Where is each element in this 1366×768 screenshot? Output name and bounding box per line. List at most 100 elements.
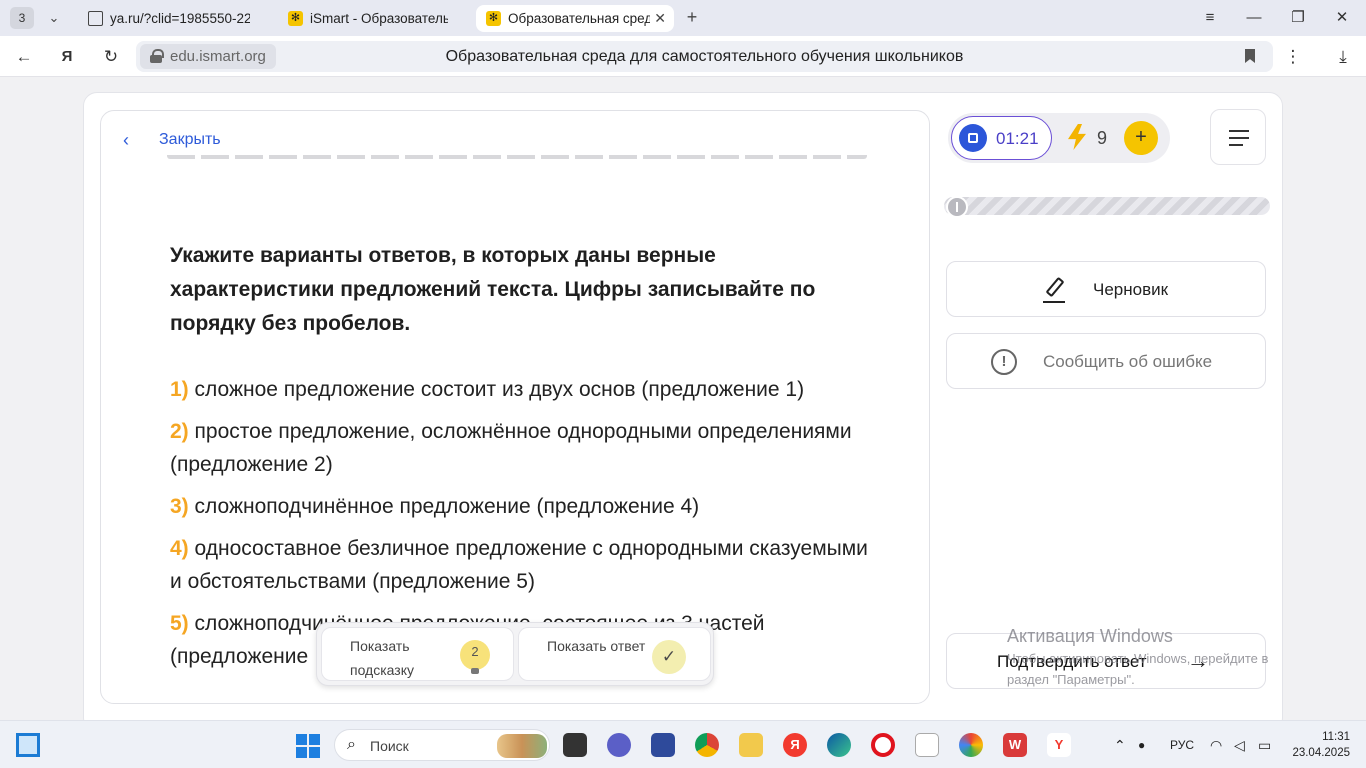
taskbar-search-label: Поиск	[370, 738, 409, 754]
question-text: Укажите варианты ответов, в которых даны…	[170, 244, 816, 335]
report-error-label: Сообщить об ошибке	[1043, 352, 1213, 371]
browser-tab-active[interactable]: ✻ Образовательная сред ✕	[476, 5, 674, 32]
list-menu-icon	[1229, 130, 1249, 146]
report-error-button[interactable]: ! Сообщить об ошибке	[946, 333, 1266, 389]
address-bar[interactable]: edu.ismart.org Образовательная среда для…	[136, 41, 1273, 72]
browser-toolbar: ← Я ↻ edu.ismart.org Образовательная сре…	[0, 36, 1366, 77]
tab-count-badge[interactable]: 3	[10, 7, 34, 29]
chrome-icon[interactable]	[695, 733, 719, 757]
new-tab-plus-icon[interactable]: +	[681, 7, 703, 29]
file-explorer-icon[interactable]	[739, 733, 763, 757]
check-circle-icon: ✓	[652, 640, 686, 674]
option-text: сложное предложение состоит из двух осно…	[194, 378, 805, 401]
restore-icon[interactable]: ❐	[1276, 0, 1320, 36]
status-pill: 01:21 9 +	[948, 113, 1170, 163]
option-text: сложноподчинённое предложение (предложен…	[194, 495, 700, 518]
energy-count: 9	[1097, 128, 1108, 148]
download-icon[interactable]: ⤓	[1330, 44, 1356, 70]
taskbar-search[interactable]: ⌕ Поиск	[334, 729, 550, 761]
browser-tab-ismart[interactable]: ✻ iSmart - Образовательна	[278, 5, 472, 32]
help-panel: Показать подсказку 2 Показать ответ ✓	[316, 622, 714, 686]
clock-time: 11:31	[1322, 731, 1350, 743]
option-item: 2) простое предложение, осложнённое одно…	[170, 415, 880, 481]
chevron-left-icon: ‹	[123, 130, 129, 150]
ismart-icon: ✻	[288, 11, 303, 26]
photos-icon[interactable]	[959, 733, 983, 757]
submit-answer-label: Подтвердить ответ	[997, 652, 1147, 671]
yandex-browser-icon[interactable]: Y	[1047, 733, 1071, 757]
save-disk-icon[interactable]	[651, 733, 675, 757]
taskbar-clock[interactable]: 11:31 23.04.2025	[1286, 729, 1350, 761]
wifi-icon[interactable]: ◠	[1210, 721, 1222, 768]
widgets-icon[interactable]	[16, 733, 40, 757]
clock-date: 23.04.2025	[1292, 747, 1350, 759]
tab-title: ya.ru/?clid=1985550-225&	[110, 11, 250, 26]
option-text: односоставное безличное предложение с од…	[170, 537, 868, 593]
bookmark-icon[interactable]	[1245, 49, 1255, 63]
add-energy-button[interactable]: +	[1124, 121, 1158, 155]
hint-count: 2	[471, 644, 479, 659]
stop-icon	[959, 124, 987, 152]
option-number: 4)	[170, 537, 189, 560]
volume-icon[interactable]: ◁	[1234, 721, 1245, 768]
arrow-right-icon: →	[1187, 648, 1209, 673]
option-number: 2)	[170, 420, 189, 443]
browser-tab-yandex[interactable]: ya.ru/?clid=1985550-225&	[78, 5, 274, 32]
show-hint-button[interactable]: Показать подсказку 2	[321, 627, 514, 681]
battery-icon[interactable]: ▭	[1258, 721, 1271, 768]
task-view-icon[interactable]	[563, 733, 587, 757]
tab-title: iSmart - Образовательна	[310, 11, 448, 26]
minimize-icon[interactable]: —	[1232, 0, 1276, 36]
reload-icon[interactable]: ↻	[98, 44, 124, 70]
browser-menu-icon[interactable]: ≡	[1188, 0, 1232, 36]
lock-icon	[150, 49, 164, 63]
timer-value: 01:21	[996, 129, 1039, 148]
page-title: Образовательная среда для самостоятельно…	[445, 48, 964, 65]
lightbulb-icon: 2	[460, 640, 490, 674]
wps-office-icon[interactable]: W	[1003, 733, 1027, 757]
option-item: 4) односоставное безличное предложение с…	[170, 532, 880, 598]
timer[interactable]: 01:21	[951, 116, 1052, 160]
draft-button[interactable]: Черновик	[946, 261, 1266, 317]
option-number: 1)	[170, 378, 189, 401]
tab-list-chevron-icon[interactable]: ⌄	[42, 7, 66, 29]
option-item: 1) сложное предложение состоит из двух о…	[170, 373, 880, 406]
close-label: Закрыть	[159, 131, 221, 148]
show-answer-button[interactable]: Показать ответ ✓	[518, 627, 711, 681]
alert-circle-icon: !	[991, 349, 1017, 375]
task-card: ‹ Закрыть Укажите варианты ответов, в ко…	[100, 110, 930, 704]
more-vertical-icon[interactable]: ⋮	[1280, 44, 1306, 70]
search-icon: ⌕	[347, 736, 356, 753]
option-text: простое предложение, осложнённое однород…	[170, 420, 852, 476]
tray-chevron-up-icon[interactable]: ⌃	[1114, 721, 1126, 768]
scrolled-text-fragment	[167, 155, 867, 167]
close-window-icon[interactable]: ✕	[1320, 0, 1364, 36]
progress-knob	[946, 196, 972, 218]
progress-bar	[944, 196, 1270, 218]
yandex-icon[interactable]: Я	[783, 733, 807, 757]
tray-app-icon[interactable]: ●	[1138, 721, 1145, 768]
domain-chip[interactable]: edu.ismart.org	[140, 44, 276, 69]
yandex-logo-icon[interactable]: Я	[54, 44, 80, 70]
notepad-icon[interactable]	[915, 733, 939, 757]
tab-title: Образовательная сред	[508, 11, 650, 26]
back-arrow-icon[interactable]: ←	[11, 44, 37, 70]
task-menu-button[interactable]	[1210, 109, 1266, 165]
windows-taskbar: ⌕ Поиск Я W Y ⌃ ● РУС ◠ ◁ ▭ 11:31 23.04.…	[0, 720, 1366, 768]
browser-tab-strip: 3 ⌄ ya.ru/?clid=1985550-225& ✻ iSmart - …	[0, 0, 1366, 36]
language-indicator[interactable]: РУС	[1170, 721, 1194, 768]
show-answer-label: Показать ответ	[547, 638, 646, 654]
submit-answer-button[interactable]: Подтвердить ответ →	[946, 633, 1266, 689]
tab-close-icon[interactable]: ✕	[654, 5, 666, 32]
ismart-icon: ✻	[486, 11, 501, 26]
show-hint-label: Показать подсказку	[350, 638, 414, 678]
option-item: 3) сложноподчинённое предложение (предло…	[170, 490, 880, 523]
lightning-icon	[1068, 124, 1086, 150]
opera-icon[interactable]	[871, 733, 895, 757]
teams-icon[interactable]	[607, 733, 631, 757]
windows-start-icon[interactable]	[296, 734, 320, 758]
pencil-icon	[1043, 277, 1065, 303]
edge-icon[interactable]	[827, 733, 851, 757]
search-highlight-image	[497, 734, 547, 758]
option-number: 3)	[170, 495, 189, 518]
